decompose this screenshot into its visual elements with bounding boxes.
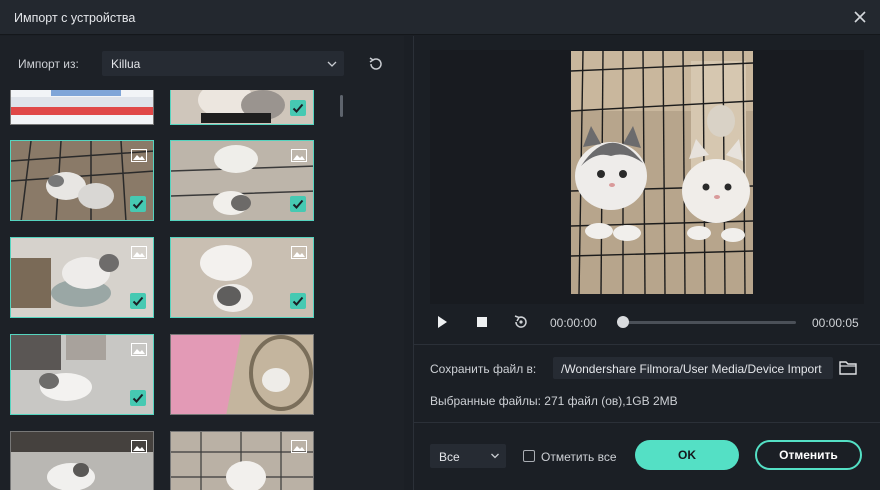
total-time: 00:00:05 [812, 316, 859, 330]
checkmark-icon [132, 393, 144, 403]
preview-photo [571, 51, 753, 294]
selected-checkbox[interactable] [290, 100, 306, 116]
image-icon [131, 343, 147, 356]
seek-bar[interactable] [620, 321, 796, 324]
image-icon [291, 440, 307, 453]
thumbnail-item[interactable] [10, 431, 154, 490]
selected-checkbox[interactable] [130, 293, 146, 309]
checkmark-icon [292, 296, 304, 306]
import-source-row: Импорт из: Killua [0, 36, 404, 90]
media-browser-panel: Импорт из: Killua [0, 36, 404, 490]
image-icon [131, 440, 147, 453]
thumbnail-scrollbar[interactable] [339, 90, 345, 490]
scrollbar-thumb[interactable] [340, 95, 343, 117]
window-title: Импорт с устройства [14, 11, 136, 25]
selected-checkbox[interactable] [130, 196, 146, 212]
thumbnail-item[interactable] [10, 237, 154, 318]
thumbnail-item[interactable] [170, 90, 314, 125]
save-path-field[interactable]: /Wondershare Filmora/User Media/Device I… [553, 357, 833, 379]
selected-checkbox[interactable] [290, 293, 306, 309]
divider [414, 344, 880, 345]
thumbnail-item[interactable] [170, 334, 314, 415]
play-icon [438, 316, 447, 328]
thumbnail-item[interactable] [170, 140, 314, 221]
loop-icon [514, 315, 527, 328]
browse-folder-button[interactable] [838, 359, 858, 376]
close-button[interactable] [850, 7, 870, 27]
import-source-label: Импорт из: [18, 57, 79, 71]
preview-area [430, 50, 864, 304]
save-path-value: /Wondershare Filmora/User Media/Device I… [561, 362, 822, 376]
playback-controls: 00:00:00 00:00:05 [414, 306, 880, 338]
refresh-icon [369, 57, 382, 70]
checkmark-icon [132, 296, 144, 306]
checkmark-icon [292, 103, 304, 113]
folder-icon [839, 361, 857, 375]
selected-checkbox[interactable] [130, 390, 146, 406]
select-all-checkbox[interactable] [523, 450, 535, 462]
current-time: 00:00:00 [550, 316, 597, 330]
thumbnail-item[interactable] [170, 431, 314, 490]
stop-icon [477, 317, 487, 327]
save-location-label: Сохранить файл в: [430, 362, 537, 376]
thumbnail-item[interactable] [170, 237, 314, 318]
filter-dropdown[interactable]: Все [430, 444, 506, 468]
close-icon [854, 11, 866, 23]
chevron-down-icon [491, 453, 499, 459]
refresh-button[interactable] [366, 54, 386, 74]
play-button[interactable] [434, 314, 450, 330]
image-icon [291, 246, 307, 259]
thumbnail-image [171, 335, 313, 414]
title-bar: Импорт с устройства [0, 0, 880, 35]
image-icon [131, 149, 147, 162]
preview-image [571, 51, 753, 294]
thumbnail-item[interactable] [10, 334, 154, 415]
image-icon [291, 149, 307, 162]
cancel-button[interactable]: Отменить [755, 440, 862, 470]
ok-button[interactable]: OK [635, 440, 739, 470]
selected-files-info: Выбранные файлы: 271 файл (ов),1GB 2MB [430, 394, 678, 408]
import-source-dropdown[interactable]: Killua [102, 51, 344, 76]
chevron-down-icon [327, 61, 337, 67]
seek-handle[interactable] [617, 316, 629, 328]
select-all-label[interactable]: Отметить все [541, 450, 617, 464]
selected-checkbox[interactable] [290, 196, 306, 212]
thumbnail-item[interactable] [10, 140, 154, 221]
filter-value: Все [439, 450, 460, 464]
thumbnail-image [11, 90, 153, 124]
checkmark-icon [132, 199, 144, 209]
loop-button[interactable] [511, 312, 531, 332]
import-source-value: Killua [111, 57, 141, 71]
checkmark-icon [292, 199, 304, 209]
preview-panel: 00:00:00 00:00:05 Сохранить файл в: /Won… [414, 36, 880, 490]
stop-button[interactable] [474, 314, 490, 330]
image-icon [131, 246, 147, 259]
thumbnail-item[interactable] [10, 90, 154, 125]
divider [414, 422, 880, 423]
thumbnail-grid[interactable] [0, 90, 340, 490]
